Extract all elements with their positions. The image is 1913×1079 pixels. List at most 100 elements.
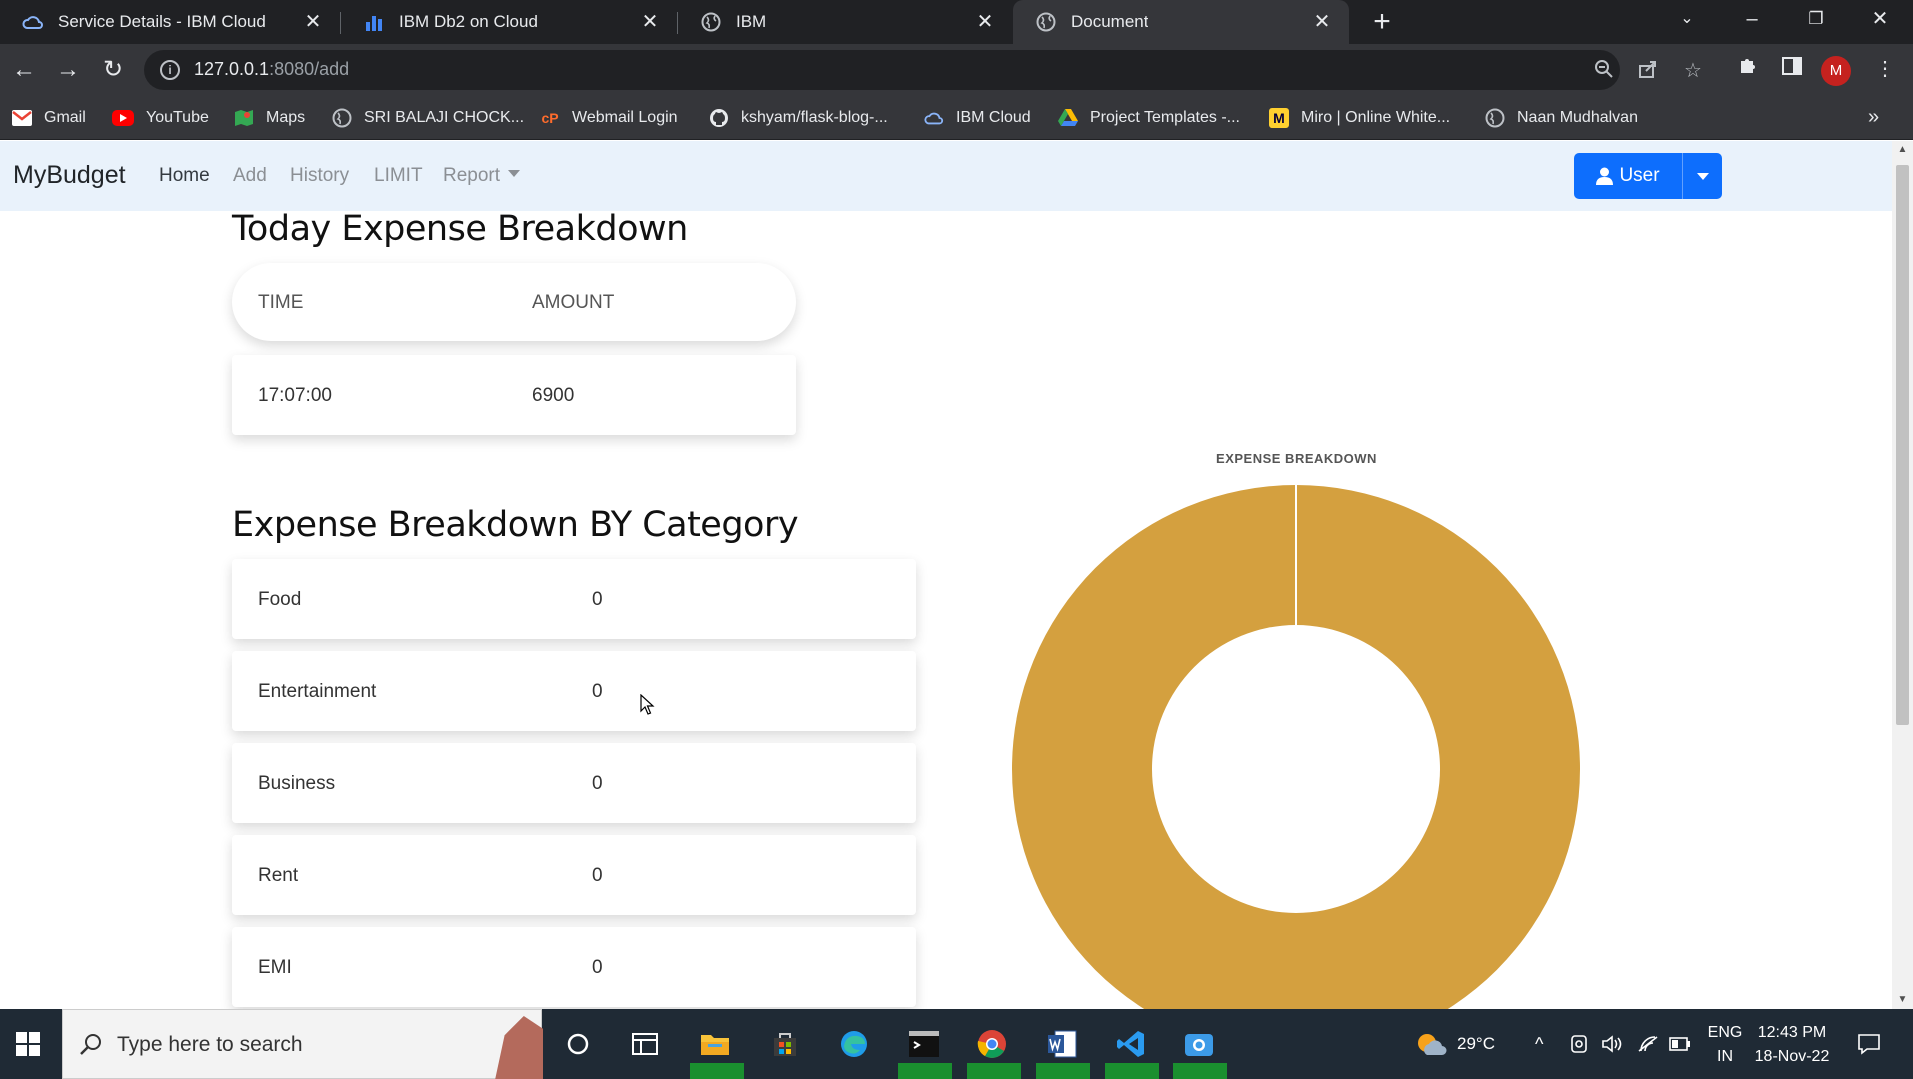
today-table-header: TIME AMOUNT: [232, 263, 796, 341]
info-icon[interactable]: i: [160, 60, 180, 80]
bookmarks-bar: Gmail YouTube Maps SRI BALAJI CHOCK... c…: [0, 96, 1913, 140]
bookmark-youtube[interactable]: YouTube: [112, 96, 209, 140]
user-button-label: User: [1619, 165, 1660, 186]
bookmark-label: Gmail: [44, 109, 86, 126]
nav-add[interactable]: Add: [233, 165, 267, 187]
bookmark-gmail[interactable]: Gmail: [12, 96, 86, 140]
bookmark-miro[interactable]: M Miro | Online White...: [1269, 96, 1450, 140]
miro-icon: M: [1269, 108, 1289, 128]
reload-icon[interactable]: ↻: [95, 52, 131, 88]
close-icon[interactable]: ✕: [974, 11, 996, 33]
scroll-down-icon[interactable]: ▼: [1892, 991, 1913, 1009]
page-scrollbar[interactable]: ▲ ▼: [1892, 141, 1913, 1009]
category-value: 0: [592, 681, 603, 702]
windows-start-button[interactable]: [0, 1009, 56, 1079]
bookmark-label: Project Templates -...: [1090, 109, 1240, 126]
address-bar[interactable]: i 127.0.0.1:8080/add ☆: [144, 50, 1702, 90]
menu-kebab-icon[interactable]: ⋮: [1870, 54, 1900, 84]
terminal-icon[interactable]: [903, 1023, 945, 1065]
tab-ibm[interactable]: IBM ✕: [678, 0, 1012, 44]
zoom-icon[interactable]: [1592, 59, 1616, 83]
tab-ibm-db2[interactable]: IBM Db2 on Cloud ✕: [341, 0, 677, 44]
today-heading: Today Expense Breakdown: [232, 209, 688, 249]
close-icon[interactable]: ✕: [1311, 11, 1333, 33]
drive-icon: [1058, 108, 1078, 128]
mouse-cursor-icon: [640, 693, 656, 721]
weather-temperature: 29°C: [1457, 1034, 1495, 1053]
restore-icon[interactable]: ❐: [1787, 0, 1845, 40]
app-navbar: MyBudget Home Add History LIMIT Report U…: [0, 141, 1892, 211]
taskbar-search-box[interactable]: Type here to search: [62, 1009, 543, 1079]
webmail-icon: cP: [541, 110, 559, 126]
bookmark-sri-balaji[interactable]: SRI BALAJI CHOCK...: [332, 96, 524, 140]
camera-app-icon[interactable]: [1178, 1023, 1220, 1065]
tab-service-details[interactable]: Service Details - IBM Cloud ✕: [0, 0, 340, 44]
donut-chart-svg: [1012, 485, 1580, 1009]
word-icon[interactable]: [1041, 1023, 1083, 1065]
tab-search-icon[interactable]: ⌄: [1658, 0, 1716, 40]
brand-logo[interactable]: MyBudget: [13, 161, 126, 190]
category-value: 0: [592, 957, 603, 978]
globe-icon: [332, 108, 352, 128]
running-indicator-camera: [1173, 1063, 1227, 1079]
scrollbar-thumb[interactable]: [1896, 165, 1909, 725]
running-indicator-word: [1036, 1063, 1090, 1079]
bookmark-ibm-cloud[interactable]: IBM Cloud: [924, 96, 1031, 140]
clock-date: 18-Nov-22: [1754, 1048, 1830, 1065]
new-tab-button[interactable]: +: [1366, 6, 1398, 38]
show-hidden-icons-chevron-icon[interactable]: ^: [1535, 1009, 1543, 1079]
bookmark-naan-mudhalvan[interactable]: Naan Mudhalvan: [1485, 96, 1638, 140]
share-icon[interactable]: [1636, 59, 1660, 83]
bookmark-github[interactable]: kshyam/flask-blog-...: [709, 96, 888, 140]
back-icon[interactable]: ←: [6, 52, 42, 88]
task-view-icon[interactable]: [624, 1023, 666, 1065]
wifi-icon[interactable]: [1637, 1009, 1659, 1079]
bookmark-label: YouTube: [146, 109, 209, 126]
nav-limit[interactable]: LIMIT: [374, 165, 423, 187]
bookmark-webmail[interactable]: cP Webmail Login: [540, 96, 677, 140]
extensions-icon[interactable]: [1733, 54, 1763, 84]
cortana-icon[interactable]: [557, 1023, 599, 1065]
side-panel-icon[interactable]: [1777, 54, 1807, 84]
system-clock[interactable]: 12:43 PM 18-Nov-22: [1748, 1021, 1836, 1069]
vscode-icon[interactable]: [1110, 1023, 1152, 1065]
input-language[interactable]: ENG IN: [1705, 1021, 1745, 1069]
bookmark-label: Miro | Online White...: [1301, 109, 1451, 126]
table-row: 17:07:00 6900: [232, 355, 796, 435]
user-button-main[interactable]: User: [1574, 153, 1682, 199]
more-bookmarks-icon[interactable]: »: [1868, 106, 1879, 129]
profile-avatar[interactable]: M: [1821, 56, 1851, 86]
minimize-icon[interactable]: –: [1723, 0, 1781, 40]
bookmark-star-icon[interactable]: ☆: [1681, 59, 1705, 83]
bookmark-maps[interactable]: Maps: [234, 96, 305, 140]
notifications-icon[interactable]: [1857, 1009, 1881, 1079]
volume-icon[interactable]: [1601, 1009, 1625, 1079]
nav-history[interactable]: History: [290, 165, 349, 187]
edge-browser-icon[interactable]: [833, 1023, 875, 1065]
category-name: Entertainment: [258, 681, 377, 702]
bookmark-label: SRI BALAJI CHOCK...: [364, 109, 525, 126]
user-dropdown-button[interactable]: User: [1574, 153, 1722, 199]
weather-widget[interactable]: 29°C: [1415, 1009, 1495, 1079]
chrome-icon[interactable]: [971, 1023, 1013, 1065]
microsoft-store-icon[interactable]: [764, 1023, 806, 1065]
url-host: 127.0.0.1: [194, 59, 270, 79]
bookmark-project-templates[interactable]: Project Templates -...: [1058, 96, 1240, 140]
close-icon[interactable]: ✕: [302, 11, 324, 33]
scroll-up-icon[interactable]: ▲: [1892, 141, 1913, 159]
nav-report-dropdown[interactable]: Report: [443, 165, 521, 187]
tab-document[interactable]: Document ✕: [1013, 0, 1349, 44]
category-name: EMI: [258, 957, 292, 978]
window-close-icon[interactable]: ✕: [1851, 0, 1909, 40]
nav-home[interactable]: Home: [159, 165, 210, 187]
list-item: Food 0: [232, 559, 916, 639]
file-explorer-icon[interactable]: [694, 1023, 736, 1065]
battery-icon[interactable]: [1669, 1009, 1691, 1079]
maps-icon: [234, 108, 254, 128]
expense-breakdown-chart: EXPENSE BREAKDOWN: [1000, 451, 1600, 1009]
forward-icon[interactable]: →: [50, 52, 86, 88]
close-icon[interactable]: ✕: [639, 11, 661, 33]
gmail-icon: [12, 108, 32, 128]
meet-now-icon[interactable]: [1569, 1009, 1589, 1079]
user-dropdown-toggle[interactable]: [1682, 153, 1722, 199]
